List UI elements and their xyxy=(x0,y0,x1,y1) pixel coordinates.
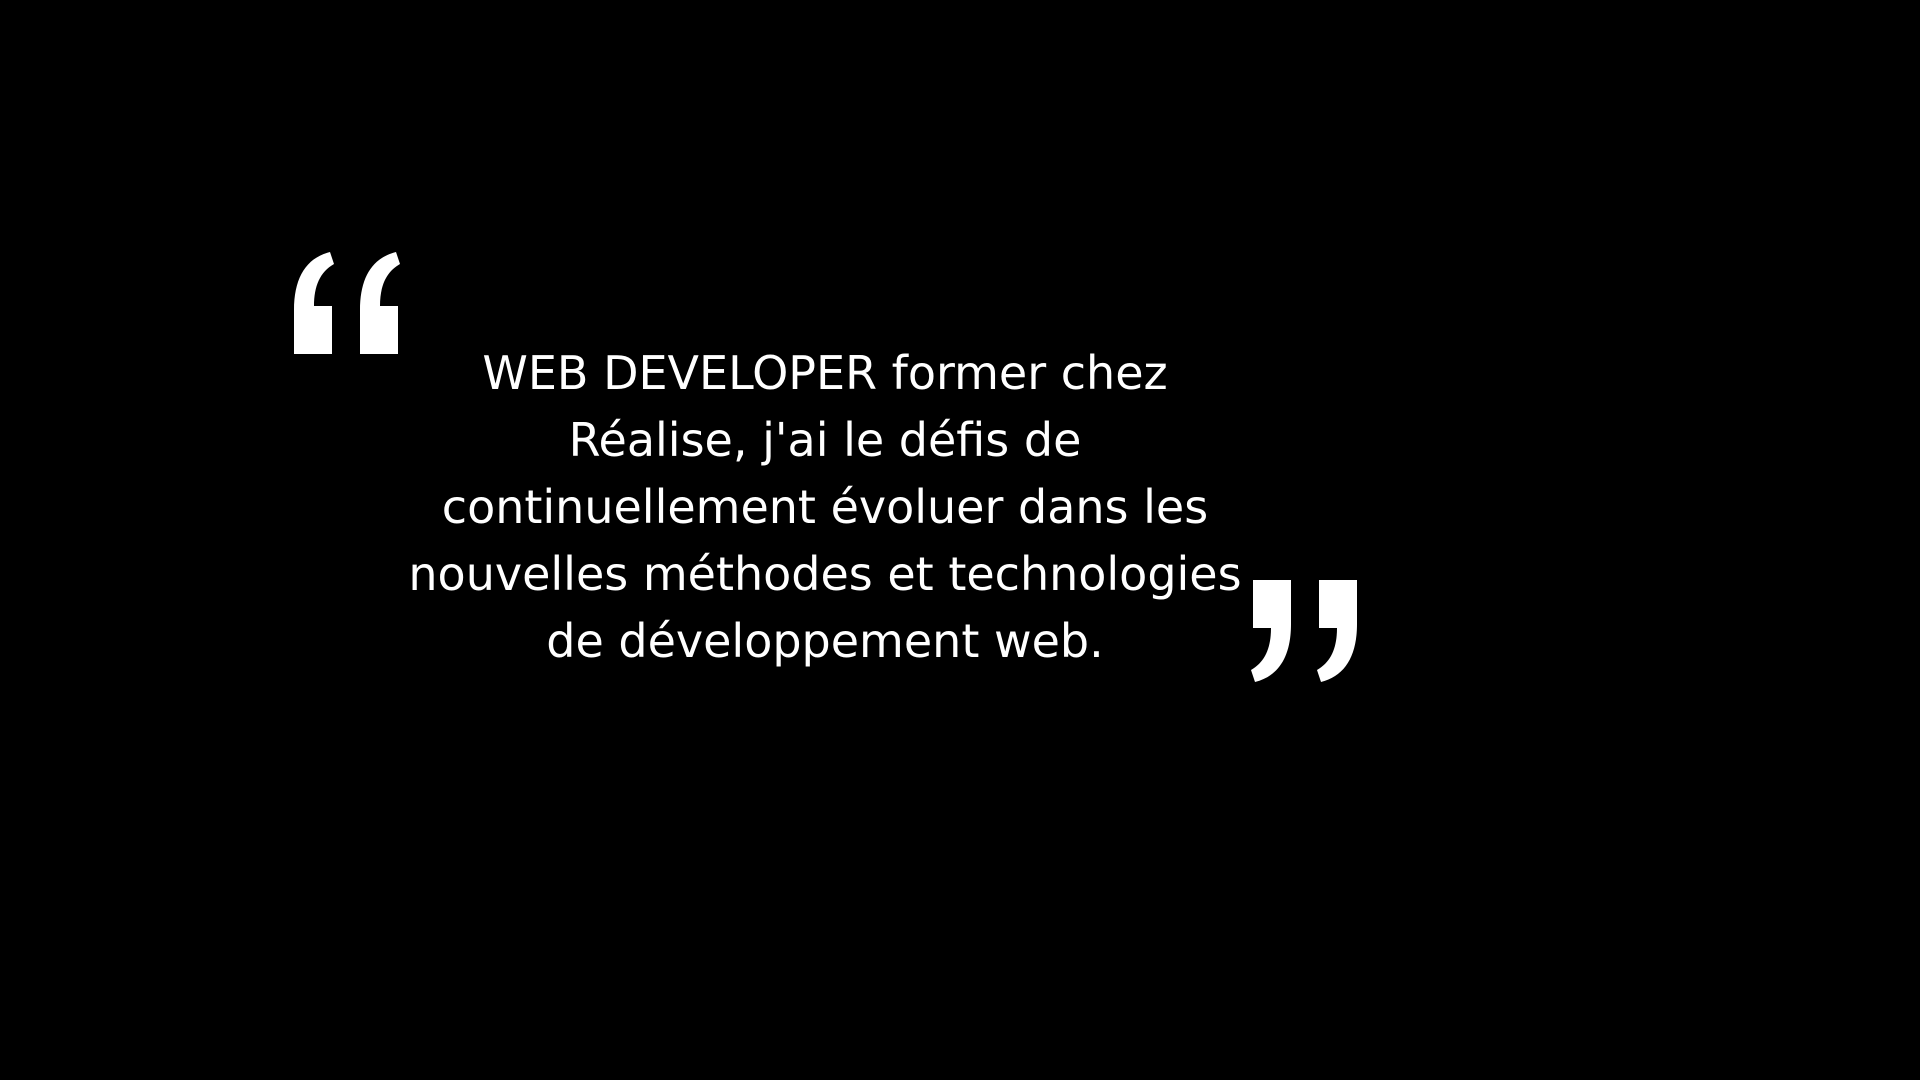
slide: WEB DEVELOPER former chez Réalise, j'ai … xyxy=(0,0,1920,1080)
testimonial-text: WEB DEVELOPER former chez Réalise, j'ai … xyxy=(408,346,1242,668)
testimonial-quote: WEB DEVELOPER former chez Réalise, j'ai … xyxy=(290,250,1390,690)
closing-quote-icon xyxy=(1249,580,1365,684)
opening-quote-icon xyxy=(290,250,406,354)
